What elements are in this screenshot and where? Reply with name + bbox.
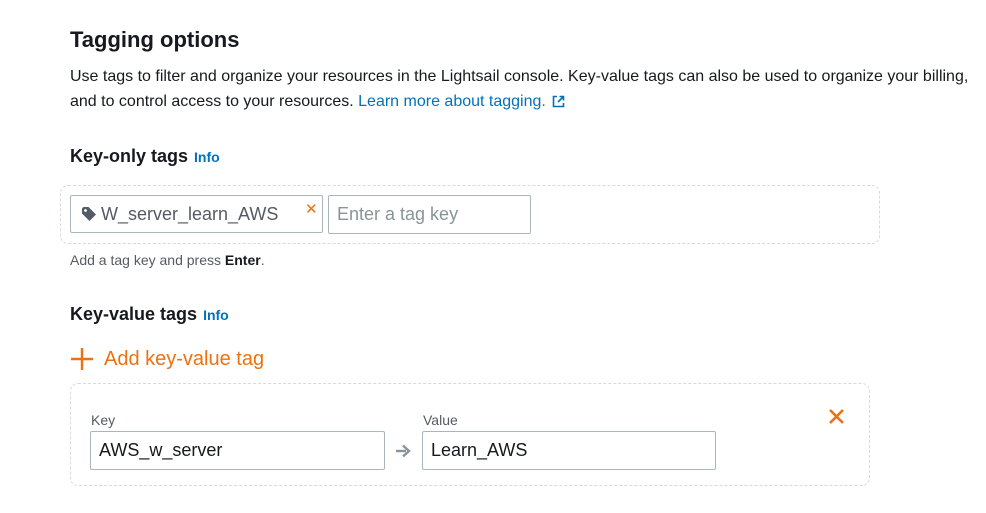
key-only-heading: Key-only tags Info: [70, 146, 220, 167]
tag-token-label: W_server_learn_AWS: [101, 203, 279, 224]
add-key-value-button[interactable]: Add key-value tag: [70, 347, 264, 371]
value-label: Value: [423, 412, 458, 428]
section-title: Tagging options: [70, 27, 240, 52]
value-input[interactable]: [422, 431, 716, 470]
hint-text: Add a tag key and press: [70, 252, 221, 268]
key-only-info-link[interactable]: Info: [194, 149, 220, 165]
external-link-icon: [552, 95, 565, 108]
tag-token[interactable]: W_server_learn_AWS: [70, 195, 323, 233]
add-key-value-label: Add key-value tag: [104, 347, 265, 370]
learn-more-label: Learn more about tagging.: [358, 93, 546, 110]
hint-key: Enter: [224, 252, 261, 268]
key-value-info-link[interactable]: Info: [203, 307, 229, 323]
plus-icon: [71, 348, 93, 370]
arrow-right-icon: [396, 444, 411, 458]
key-label: Key: [91, 412, 116, 428]
tag-key-input[interactable]: [328, 195, 531, 234]
key-value-title: Key-value tags: [70, 304, 198, 324]
hint-suffix: .: [260, 252, 265, 268]
key-value-heading: Key-value tags Info: [70, 304, 229, 325]
key-only-hint: Add a tag key and press Enter.: [70, 252, 265, 268]
key-input[interactable]: [90, 431, 385, 470]
tag-icon: [82, 207, 96, 221]
key-only-title: Key-only tags: [70, 146, 189, 166]
remove-row-close-icon[interactable]: [828, 408, 845, 425]
remove-tag-icon[interactable]: ✕: [305, 200, 318, 218]
learn-more-link[interactable]: Learn more about tagging.: [358, 93, 565, 110]
section-description: Use tags to filter and organize your res…: [70, 64, 980, 114]
